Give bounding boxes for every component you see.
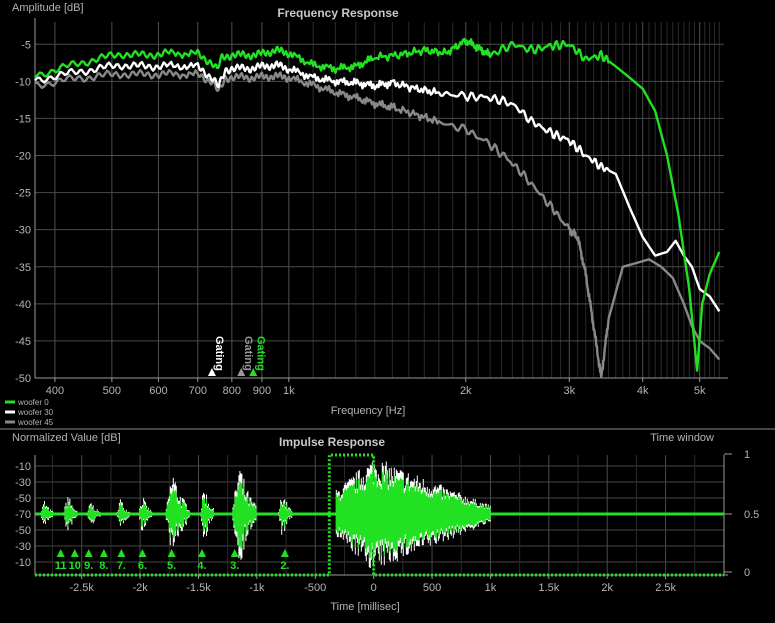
- frequency-x-tick-label: 900: [253, 385, 271, 397]
- reflection-marker-label: 5.: [167, 560, 176, 572]
- frequency-x-tick-label: 1k: [283, 385, 295, 397]
- reflection-marker-triangle: [197, 549, 206, 557]
- reflection-marker-triangle: [117, 549, 126, 557]
- frequency-y-tick-label: -10: [15, 76, 31, 88]
- impulse-x-tick-label: -1.5k: [186, 582, 211, 594]
- frequency-y-tick-label: -5: [21, 39, 31, 51]
- time-window-tick-label: 0: [744, 567, 750, 579]
- frequency-x-axis-label: Frequency [Hz]: [331, 405, 406, 417]
- reflection-marker-triangle: [70, 549, 79, 557]
- reflection-marker-triangle: [230, 549, 239, 557]
- gating-markers: Gating Gating Gating: [207, 336, 266, 376]
- frequency-series-woofer-30: [34, 60, 721, 312]
- reflection-marker-label: 7.: [117, 560, 126, 572]
- frequency-x-tick-label: 800: [223, 385, 241, 397]
- reflection-marker-label: 3.: [230, 560, 239, 572]
- impulse-y-tick-label: -10: [15, 461, 31, 473]
- impulse-x-tick-label: 0: [371, 582, 377, 594]
- time-window-tick-label: 0.5: [744, 509, 759, 521]
- frequency-x-tick-label: 3k: [563, 385, 575, 397]
- frequency-y-tick-label: -40: [15, 299, 31, 311]
- impulse-x-tick-label: -1k: [249, 582, 265, 594]
- reflection-marker-label: 9.: [84, 560, 93, 572]
- impulse-x-tick-label: 2.5k: [655, 582, 676, 594]
- reflection-marker-label: 11: [55, 560, 67, 572]
- impulse-y-tick-label: -70: [15, 509, 31, 521]
- frequency-x-tick-label: 700: [189, 385, 207, 397]
- impulse-y-tick-label: -30: [15, 541, 31, 553]
- chart-canvas: -5 -10 -15 -20 -25 -30 -35 -40 -45 -50 400 500 600 70…: [0, 2, 775, 613]
- frequency-x-tick-label: 600: [149, 385, 167, 397]
- impulse-y-tick-label: -50: [15, 525, 31, 537]
- reflection-marker-triangle: [280, 549, 289, 557]
- gating-marker-label: Gating: [213, 336, 225, 371]
- frequency-y-tick-label: -50: [15, 373, 31, 385]
- frequency-y-tick-label: -30: [15, 225, 31, 237]
- impulse-x-tick-label: -2.5k: [69, 582, 94, 594]
- reflection-burst-2-green: [86, 505, 101, 522]
- frequency-y-tick-label: -35: [15, 262, 31, 274]
- reflection-marker-label: 2.: [280, 560, 289, 572]
- legend-label: woofer 45: [17, 418, 54, 427]
- time-window-tick-label: 1: [744, 449, 750, 461]
- impulse-x-tick-label: -500: [304, 582, 326, 594]
- reflection-marker-label: 6.: [138, 560, 147, 572]
- reflection-marker-label: 8.: [99, 560, 108, 572]
- impulse-x-tick-label: 1k: [485, 582, 497, 594]
- reflection-burst-7-green: [232, 481, 257, 549]
- frequency-y-tick-label: -45: [15, 336, 31, 348]
- legend-label: woofer 30: [17, 408, 54, 417]
- reflection-burst-8-green: [278, 502, 293, 530]
- frequency-series-woofer-45: [34, 68, 721, 379]
- reflection-marker-label: 4.: [197, 560, 206, 572]
- reflection-burst-5-green: [165, 486, 190, 539]
- frequency-x-tick-label: 2k: [460, 385, 472, 397]
- frequency-y-axis-label: Amplitude [dB]: [12, 2, 84, 14]
- frequency-x-tick-label: 400: [46, 385, 64, 397]
- frequency-y-tick-label: -15: [15, 113, 31, 125]
- frequency-series: [34, 37, 721, 379]
- reflection-burst-4-green: [138, 501, 153, 527]
- impulse-x-tick-label: 2k: [601, 582, 613, 594]
- frequency-y-tick-label: -25: [15, 188, 31, 200]
- frequency-chart-title: Frequency Response: [277, 6, 399, 20]
- frequency-grid: [35, 22, 724, 379]
- frequency-x-tick-label: 5k: [694, 385, 706, 397]
- impulse-y-tick-label: -10: [15, 557, 31, 569]
- impulse-x-tick-label: 1.5k: [538, 582, 559, 594]
- impulse-x-tick-label: -2k: [132, 582, 148, 594]
- impulse-x-tick-label: 500: [423, 582, 441, 594]
- gating-marker-label: Gating: [254, 336, 266, 371]
- impulse-y-tick-label: -30: [15, 477, 31, 489]
- reflection-marker-label: 10: [69, 560, 81, 572]
- impulse-chart-title: Impulse Response: [279, 435, 385, 449]
- gating-marker-label: Gating: [242, 336, 254, 371]
- reflection-burst-6-green: [200, 497, 214, 532]
- impulse-waveform: [35, 461, 724, 568]
- impulse-x-axis-label: Time [millisec]: [330, 601, 399, 613]
- legend-label: woofer 0: [17, 398, 49, 407]
- reflection-marker-triangle: [56, 549, 65, 557]
- time-window-label: Time window: [650, 432, 714, 444]
- frequency-series-woofer-0: [34, 37, 721, 372]
- impulse-y-tick-label: -50: [15, 493, 31, 505]
- frequency-y-tick-label: -20: [15, 151, 31, 163]
- impulse-y-axis-label: Normalized Value [dB]: [12, 432, 121, 444]
- reflection-markers: 11 10 9. 8. 7. 6. 5. 4. 3. 2.: [55, 549, 290, 572]
- frequency-legend: woofer 0woofer 30woofer 45: [5, 398, 54, 427]
- reflection-marker-triangle: [84, 549, 93, 557]
- frequency-x-tick-label: 500: [103, 385, 121, 397]
- reflection-marker-triangle: [99, 549, 108, 557]
- frequency-x-tick-label: 4k: [637, 385, 649, 397]
